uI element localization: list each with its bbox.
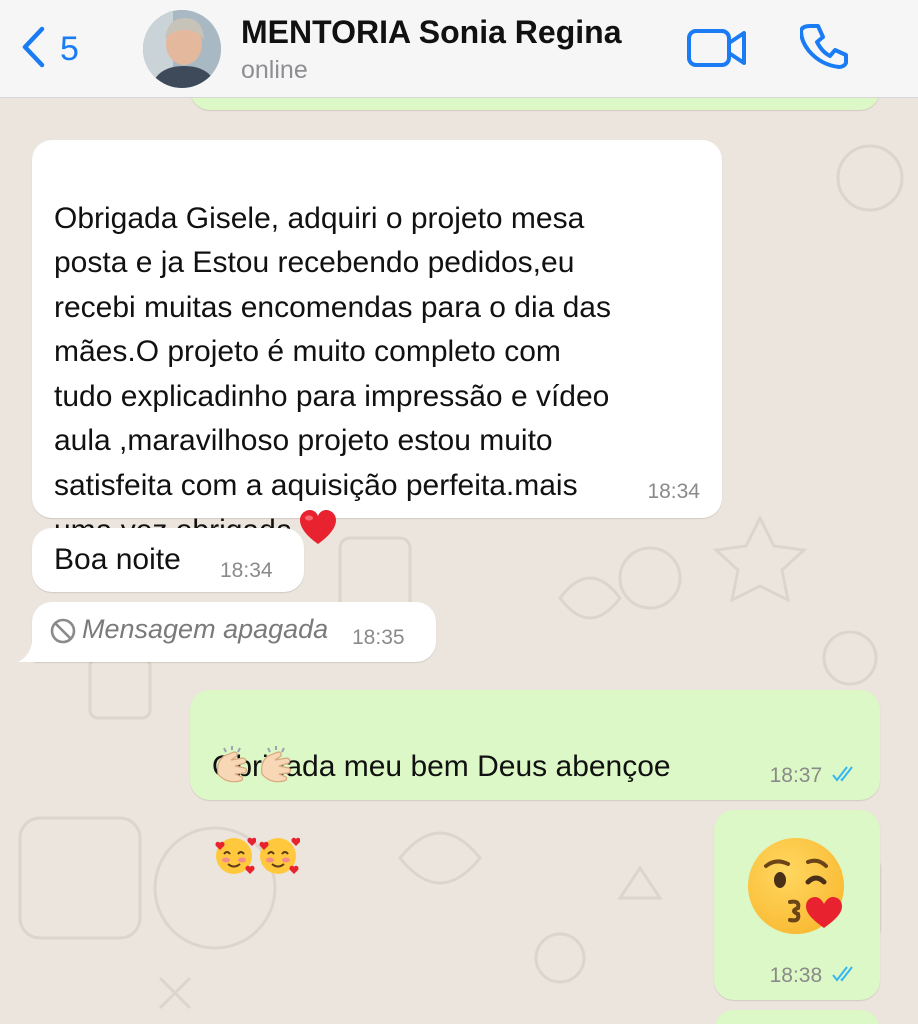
bubble-tail <box>18 642 40 662</box>
message-time: 18:34 <box>647 480 700 503</box>
message-time: 18:38 <box>769 963 823 987</box>
video-camera-icon <box>687 29 746 67</box>
message-bubble-next[interactable] <box>714 1010 880 1024</box>
message-time: 18:37 <box>769 763 823 787</box>
contact-name[interactable]: MENTORIA Sonia Regina <box>241 14 621 51</box>
voice-call-button[interactable] <box>799 22 850 72</box>
contact-avatar[interactable] <box>143 10 221 88</box>
message-time-status: 18:38 <box>770 964 858 988</box>
message-time-status: 18:37 <box>770 764 858 788</box>
video-call-button[interactable] <box>686 24 748 72</box>
chevron-left-icon <box>20 25 46 74</box>
chat-header: 5 MENTORIA Sonia Regina online <box>0 0 918 98</box>
blocked-icon <box>50 618 76 649</box>
clapping-hands-icon <box>210 744 254 788</box>
unread-count: 5 <box>60 30 79 68</box>
contact-status: online <box>241 56 308 84</box>
message-time: 18:35 <box>352 626 405 649</box>
clapping-hands-icon <box>254 744 298 788</box>
message-bubble-outgoing[interactable]: Obrigada meu bem Deus abençoe 18:37 <box>190 690 880 874</box>
deleted-message-text: Mensagem apagada <box>82 614 329 644</box>
face-blowing-a-kiss-icon <box>744 832 854 947</box>
message-bubble-outgoing[interactable]: 18:38 <box>714 810 880 1000</box>
double-check-read-icon <box>832 964 858 988</box>
message-bubble-incoming[interactable]: Obrigada Gisele, adquiri o projeto mesa … <box>32 140 722 547</box>
message-text: Obrigada Gisele, adquiri o projeto mesa … <box>54 201 611 548</box>
message-bubble-deleted[interactable]: Mensagem apagada 18:35 <box>18 602 436 662</box>
message-time: 18:34 <box>220 559 273 582</box>
phone-icon <box>799 24 848 69</box>
smiling-face-with-hearts-icon <box>212 789 257 874</box>
smiling-face-with-hearts-icon <box>256 789 301 874</box>
red-heart-icon <box>298 508 338 548</box>
double-check-read-icon <box>832 764 858 788</box>
message-bubble-incoming[interactable]: Boa noite 18:34 <box>32 528 304 592</box>
message-text: Boa noite <box>54 543 181 576</box>
back-button[interactable]: 5 <box>20 26 100 72</box>
